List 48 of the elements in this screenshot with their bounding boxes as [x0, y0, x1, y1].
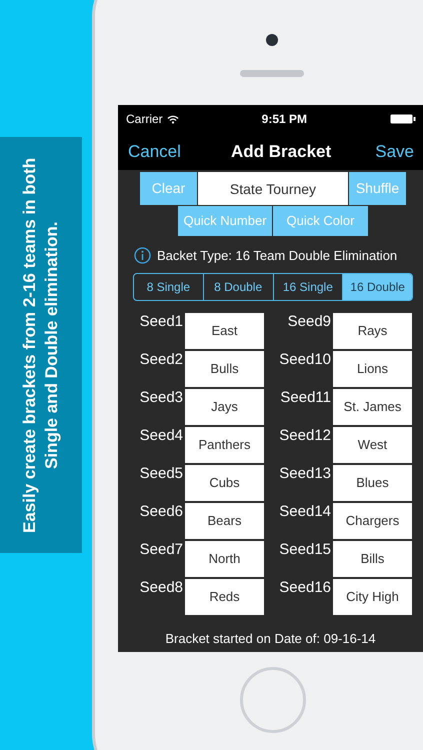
- team-field[interactable]: Reds: [185, 578, 264, 614]
- team-field[interactable]: Bulls: [185, 350, 264, 386]
- team-field[interactable]: East: [185, 312, 264, 348]
- team-field[interactable]: City High: [333, 578, 412, 614]
- team-field[interactable]: Blues: [333, 464, 412, 500]
- info-icon: [134, 247, 151, 264]
- seed-label: Seed5: [138, 464, 184, 482]
- seed-label: Seed10: [278, 350, 332, 368]
- date-text: Bracket started on Date of: 09-16-14: [164, 630, 377, 648]
- seed-label: Seed7: [138, 540, 184, 558]
- speaker-icon: [240, 70, 304, 77]
- seed-label: Seed9: [286, 312, 332, 330]
- team-field[interactable]: Jays: [185, 388, 264, 424]
- seed-label: Seed6: [138, 502, 184, 520]
- team-field[interactable]: Panthers: [185, 426, 264, 462]
- save-button[interactable]: Save: [375, 138, 418, 164]
- banner-text: Easily create brackets from 2-16 teams in both Single and Double elimination.: [19, 156, 62, 535]
- segment-tab[interactable]: 8 Double: [202, 274, 272, 300]
- seed-label: Seed14: [278, 502, 332, 520]
- bracket-name-field[interactable]: State Tourney: [198, 172, 348, 205]
- carrier-label: Carrier: [126, 111, 163, 128]
- seed-label: Seed3: [138, 388, 184, 406]
- team-field[interactable]: West: [333, 426, 412, 462]
- bracket-type-text: Backet Type: 16 Team Double Elimination: [157, 247, 398, 265]
- team-field[interactable]: Bears: [185, 502, 264, 538]
- seed-label: Seed2: [138, 350, 184, 368]
- segment-tab[interactable]: 16 Double: [342, 274, 412, 300]
- seed-label: Seed13: [278, 464, 332, 482]
- seed-label: Seed1: [138, 312, 184, 330]
- status-time: 9:51 PM: [262, 111, 308, 128]
- team-field[interactable]: Cubs: [185, 464, 264, 500]
- team-field[interactable]: Chargers: [333, 502, 412, 538]
- cancel-button[interactable]: Cancel: [128, 138, 181, 164]
- team-field[interactable]: Lions: [333, 350, 412, 386]
- seed-label: Seed4: [138, 426, 184, 444]
- team-field[interactable]: Bills: [333, 540, 412, 576]
- seed-label: Seed15: [278, 540, 332, 558]
- seed-label: Seed12: [278, 426, 332, 444]
- team-field[interactable]: Rays: [333, 312, 412, 348]
- nav-title: Add Bracket: [230, 140, 332, 163]
- seed-label: Seed16: [278, 578, 332, 596]
- wifi-icon: [166, 114, 179, 124]
- team-field[interactable]: St. James: [333, 388, 412, 424]
- team-field[interactable]: North: [185, 540, 264, 576]
- seed-label: Seed8: [138, 578, 184, 596]
- seed-label: Seed11: [279, 388, 332, 406]
- segment-tab[interactable]: 8 Single: [134, 274, 203, 300]
- battery-icon: [390, 114, 416, 124]
